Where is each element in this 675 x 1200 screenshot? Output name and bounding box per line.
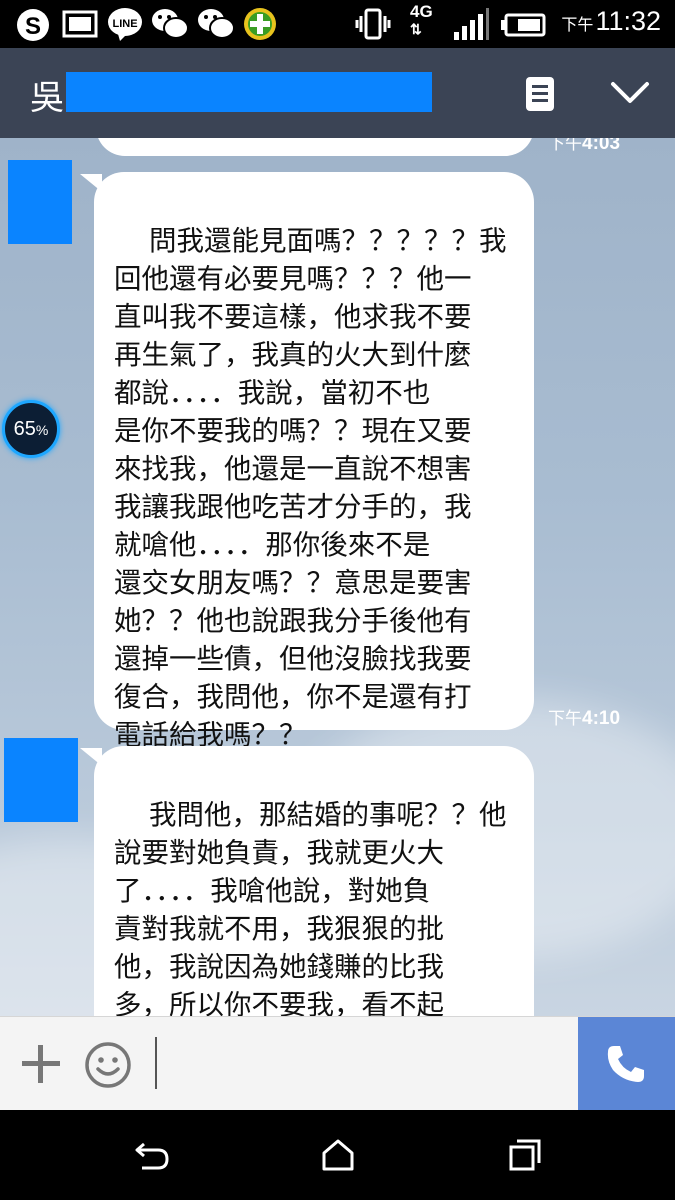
- chat-area[interactable]: 下午4:03 問我還能見面嗎？？？？？我 回他還有必要見嗎？？？他一 直叫我不要…: [0, 138, 675, 1016]
- vibrate-icon: [355, 8, 391, 40]
- redacted-name-block: [66, 72, 432, 112]
- avatar[interactable]: [8, 160, 72, 244]
- message-bubble[interactable]: [96, 138, 534, 156]
- clock: 下午11:32: [561, 6, 661, 36]
- line-app-icon: LINE: [108, 8, 142, 41]
- navigation-bar: [0, 1110, 675, 1200]
- plus-icon[interactable]: [20, 1043, 62, 1085]
- call-button[interactable]: [578, 1017, 675, 1111]
- phone-icon: [607, 1046, 644, 1082]
- message-text: 問我還能見面嗎？？？？？我 回他還有必要見嗎？？？他一 直叫我不要這樣，他求我不…: [114, 225, 507, 751]
- avatar[interactable]: [4, 738, 78, 822]
- wechat-icon: [152, 9, 189, 39]
- notes-menu-icon[interactable]: [524, 76, 556, 112]
- back-icon[interactable]: [134, 1138, 170, 1172]
- message-input-bar: [0, 1016, 675, 1111]
- security-app-icon: [244, 8, 276, 40]
- battery-icon: [501, 13, 546, 37]
- contact-name[interactable]: 吳: [30, 70, 64, 119]
- wechat-icon: [198, 9, 235, 39]
- signal-icon: [454, 8, 489, 40]
- emoji-icon[interactable]: [84, 1041, 132, 1089]
- svg-text:S: S: [25, 13, 41, 40]
- message-bubble[interactable]: 問我還能見面嗎？？？？？我 回他還有必要見嗎？？？他一 直叫我不要這樣，他求我不…: [94, 172, 534, 751]
- message-time: 下午4:10: [548, 708, 621, 729]
- recent-apps-icon[interactable]: [508, 1138, 542, 1172]
- chevron-down-icon[interactable]: [610, 80, 650, 106]
- home-icon[interactable]: [321, 1138, 355, 1172]
- message-time: 下午4:03: [548, 138, 621, 154]
- message-bubble[interactable]: 我問他，那結婚的事呢？？他 說要對她負責，我就更火大 了．．．．我嗆他說，對她負…: [94, 746, 534, 1016]
- message-text: 我問他，那結婚的事呢？？他 說要對她負責，我就更火大 了．．．．我嗆他說，對她負…: [114, 799, 507, 1016]
- gallery-icon: [62, 10, 98, 38]
- svg-text:LINE: LINE: [112, 18, 137, 30]
- battery-level-badge[interactable]: 65%: [2, 400, 60, 458]
- text-input-cursor[interactable]: [155, 1037, 157, 1089]
- skype-icon: S: [17, 9, 49, 41]
- network-type-label: 4G ⇅: [410, 2, 433, 37]
- chat-header: 吳: [0, 48, 675, 138]
- status-bar: S LINE 4G ⇅ 下午11:32: [0, 0, 675, 48]
